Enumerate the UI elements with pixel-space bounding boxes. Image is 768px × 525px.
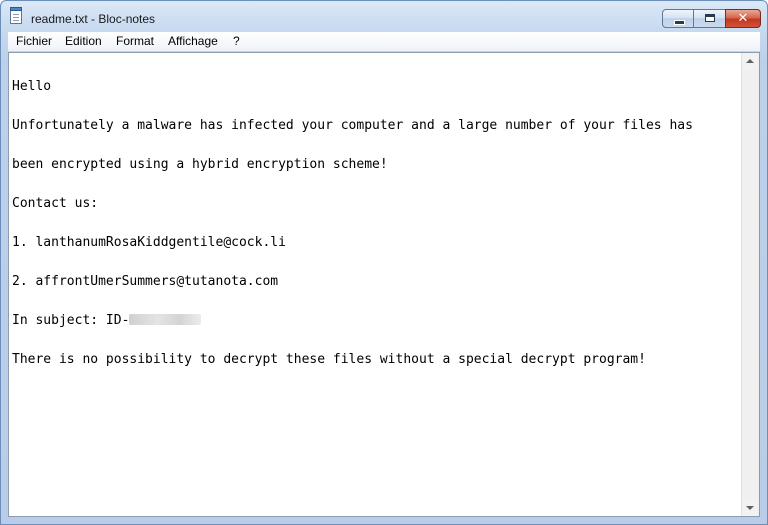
title-bar[interactable]: readme.txt - Bloc-notes ✕: [1, 1, 767, 31]
vertical-scrollbar[interactable]: [741, 53, 759, 516]
minimize-icon: [674, 20, 685, 25]
subject-label: In subject: ID-: [12, 313, 130, 328]
edit-area[interactable]: Hello Unfortunately a malware has infect…: [8, 52, 760, 517]
menu-format[interactable]: Format: [116, 34, 154, 48]
arrow-down-icon: [746, 506, 754, 510]
maximize-icon: [705, 14, 715, 22]
arrow-up-icon: [746, 59, 754, 63]
text-line: There is no possibility to decrypt these…: [12, 352, 646, 367]
window-title: readme.txt - Bloc-notes: [31, 12, 156, 26]
scroll-track[interactable]: [742, 70, 758, 499]
text-line: 2. affrontUmerSummers@tutanota.com: [12, 274, 279, 289]
subject-line: In subject: ID-: [12, 314, 742, 327]
menu-bar: Fichier Edition Format Affichage ?: [8, 32, 760, 52]
notepad-icon[interactable]: [10, 7, 22, 24]
menu-fichier[interactable]: Fichier: [16, 34, 52, 48]
text-line: Hello: [12, 79, 52, 94]
menu-edition[interactable]: Edition: [65, 34, 102, 48]
document-text[interactable]: Hello Unfortunately a malware has infect…: [12, 54, 742, 514]
text-line: been encrypted using a hybrid encryption…: [12, 157, 388, 172]
close-icon: ✕: [737, 11, 749, 26]
text-line: 1. lanthanumRosaKiddgentile@cock.li: [12, 235, 286, 250]
scroll-down-button[interactable]: [742, 499, 758, 516]
menu-help[interactable]: ?: [233, 34, 240, 48]
text-line: Contact us:: [12, 196, 99, 211]
redacted-id: [129, 314, 202, 325]
minimize-button[interactable]: [662, 9, 694, 28]
maximize-button[interactable]: [693, 9, 726, 28]
menu-affichage[interactable]: Affichage: [168, 34, 218, 48]
close-button[interactable]: ✕: [725, 9, 761, 28]
scroll-up-button[interactable]: [742, 53, 758, 70]
text-line: Unfortunately a malware has infected you…: [12, 118, 693, 133]
notepad-window: readme.txt - Bloc-notes ✕ Fichier Editio…: [0, 0, 768, 525]
